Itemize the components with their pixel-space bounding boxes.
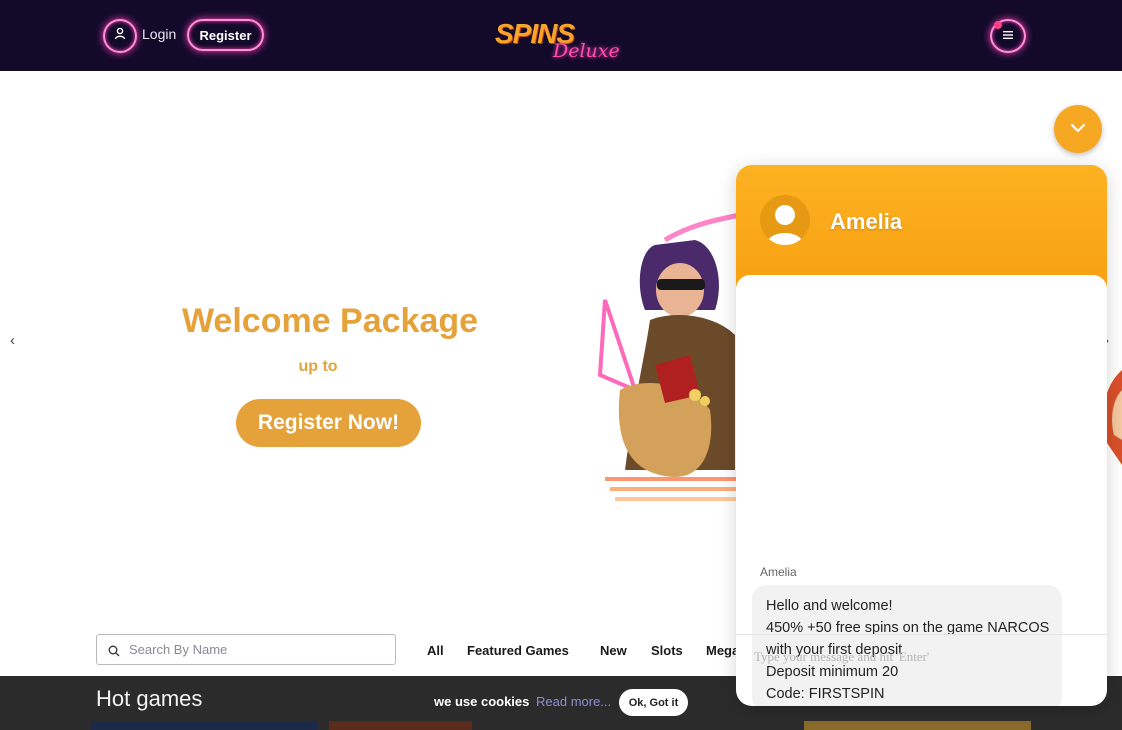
site-header: Login Register SPINS Deluxe (0, 0, 1122, 71)
register-button[interactable]: Register (187, 19, 264, 51)
category-tab-mega[interactable]: Mega (706, 643, 739, 658)
category-tab-new[interactable]: New (600, 643, 627, 658)
message-line: Code: FIRSTSPIN (766, 686, 885, 702)
carousel-prev-arrow[interactable]: ‹ (10, 332, 15, 349)
chat-header: Amelia (736, 165, 1107, 290)
chevron-down-icon (1070, 120, 1086, 138)
chat-messages: Amelia Hello and welcome! 450% +50 free … (736, 275, 1107, 706)
category-tab-all[interactable]: All (427, 643, 444, 658)
message-author: Amelia (760, 565, 797, 579)
chat-window: Amelia Amelia Hello and welcome! 450% +5… (736, 165, 1107, 706)
site-logo[interactable]: SPINS Deluxe (495, 18, 630, 70)
person-avatar-icon (760, 195, 810, 245)
category-tab-featured-games[interactable]: Featured Games (467, 643, 569, 658)
user-account-button[interactable] (103, 19, 137, 53)
logo-sub-text: Deluxe (553, 40, 620, 62)
menu-button[interactable] (990, 19, 1026, 53)
chat-minimize-button[interactable] (1054, 105, 1102, 153)
page: Login Register SPINS Deluxe Welcome Pack… (0, 0, 1122, 730)
message-line: 450% +50 free spins on the game NARCOS (766, 620, 1050, 636)
search-input[interactable] (129, 635, 389, 664)
category-tab-slots[interactable]: Slots (651, 643, 683, 658)
user-icon (114, 27, 126, 45)
register-now-button[interactable]: Register Now! (236, 399, 421, 447)
hero-character-illustration (595, 205, 745, 515)
hero-title: Welcome Package (181, 302, 479, 340)
game-search-box[interactable] (96, 634, 396, 665)
search-icon (108, 644, 120, 662)
chat-message-input[interactable] (754, 645, 1084, 669)
hot-games-title: Hot games (96, 686, 203, 711)
hero-subtitle: up to (298, 358, 338, 375)
message-line: Hello and welcome! (766, 598, 893, 614)
cookie-notice-text: we use cookies (434, 694, 530, 709)
game-thumbnail[interactable] (329, 721, 472, 730)
chat-divider (736, 634, 1107, 635)
cookie-read-more-link[interactable]: Read more... (536, 694, 611, 709)
login-link[interactable]: Login (142, 26, 176, 42)
notification-dot (994, 21, 1002, 29)
hamburger-menu-icon (1002, 27, 1014, 45)
chat-agent-name: Amelia (830, 209, 903, 234)
game-thumbnail[interactable] (91, 721, 318, 730)
cookie-accept-button[interactable]: Ok, Got it (619, 689, 688, 716)
game-thumbnail[interactable] (804, 721, 1031, 730)
